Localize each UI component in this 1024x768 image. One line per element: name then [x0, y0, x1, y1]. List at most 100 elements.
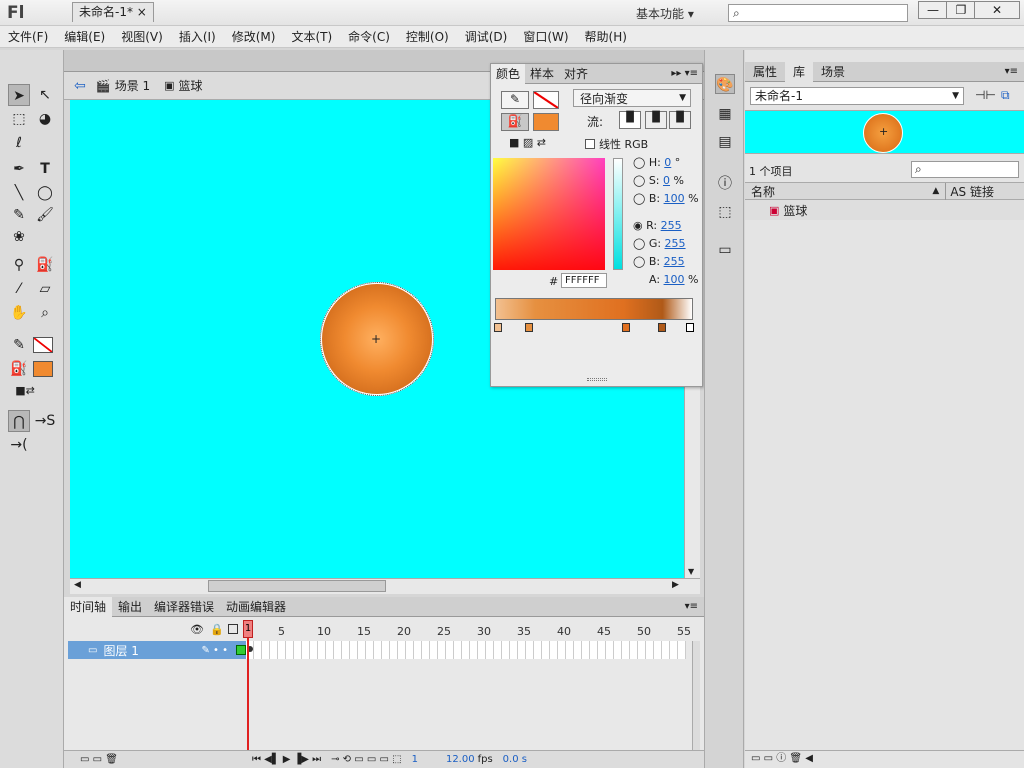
selection-tool-icon[interactable]: ➤ [8, 84, 30, 106]
color-options-icon[interactable]: ■ ▨ ⇄ [509, 136, 546, 149]
green-field[interactable]: ◯ G: 255 [633, 237, 686, 250]
gradient-bar[interactable] [495, 298, 693, 320]
flow-reflect-button[interactable]: ▐▌ [645, 111, 667, 129]
stroke-color-icon[interactable]: ✎ [8, 334, 30, 356]
hand-tool-icon[interactable]: ✋ [8, 302, 30, 324]
gradient-stop[interactable] [494, 323, 502, 332]
menu-modify[interactable]: 修改(M) [224, 26, 284, 48]
frame-cells[interactable] [246, 641, 686, 659]
zoom-tool-icon[interactable]: ⌕ [34, 302, 56, 324]
eraser-tool-icon[interactable]: ▱ [34, 278, 56, 300]
saturation-field[interactable]: ◯ S: 0 % [633, 174, 684, 187]
gradient-stop[interactable] [622, 323, 630, 332]
horizontal-scroll-thumb[interactable] [208, 580, 386, 592]
swap-colors-icon[interactable]: ■⇄ [14, 380, 36, 402]
menu-commands[interactable]: 命令(C) [340, 26, 398, 48]
tab-color[interactable]: 颜色 [491, 63, 526, 84]
panel-menu-icon[interactable]: ▸▸ ▾≡ [671, 68, 702, 79]
line-tool-icon[interactable]: ╲ [8, 182, 30, 204]
color-picker-field[interactable] [493, 158, 605, 270]
snap-to-objects-icon[interactable]: ⋂ [8, 410, 30, 432]
deco-tool-icon[interactable]: ❀ [8, 226, 30, 248]
menu-help[interactable]: 帮助(H) [577, 26, 635, 48]
help-search-input[interactable]: ⌕ [728, 4, 908, 22]
new-library-panel-icon[interactable]: ⧉ [1001, 88, 1010, 103]
fill-color-button[interactable]: ⛽ [501, 113, 529, 131]
components-panel-icon[interactable]: ▭ [715, 240, 735, 260]
free-transform-tool-icon[interactable]: ⬚ [8, 108, 30, 130]
scroll-down-icon[interactable]: ▼ [688, 567, 694, 576]
scroll-right-icon[interactable]: ▶ [672, 580, 679, 590]
panel-menu-icon[interactable]: ▾≡ [1005, 66, 1024, 77]
current-frame-marker[interactable]: 1 [243, 620, 253, 638]
menu-file[interactable]: 文件(F) [0, 26, 56, 48]
flow-extend-button[interactable]: ▐▌ [619, 111, 641, 129]
fill-color-icon[interactable]: ⛽ [8, 358, 30, 380]
lasso-tool-icon[interactable]: ℓ [8, 132, 30, 154]
flow-repeat-button[interactable]: ▐▌ [669, 111, 691, 129]
onion-skin-icon[interactable]: ⊸ ⟲ ▭ ▭ ▭ ⬚ [331, 754, 401, 765]
pen-tool-icon[interactable]: ✒ [8, 158, 30, 180]
menu-debug[interactable]: 调试(D) [457, 26, 516, 48]
restore-button[interactable]: ❐ [946, 1, 976, 19]
menu-control[interactable]: 控制(O) [398, 26, 457, 48]
menu-insert[interactable]: 插入(I) [171, 26, 224, 48]
breadcrumb-scene[interactable]: 场景 1 [115, 77, 150, 94]
menu-view[interactable]: 视图(V) [113, 26, 171, 48]
fill-color-swatch[interactable] [33, 361, 53, 377]
pin-library-icon[interactable]: ⊣⊢ [975, 88, 996, 102]
layer-row[interactable]: ▭ 图层 1 ✎ • • [68, 641, 248, 659]
layer-color-swatch[interactable] [236, 645, 246, 655]
panel-menu-icon[interactable]: ▾≡ [685, 601, 704, 612]
library-search-input[interactable]: ⌕ [911, 161, 1019, 178]
text-tool-icon[interactable]: T [34, 158, 56, 180]
hex-input[interactable]: FFFFFF [561, 273, 607, 288]
column-name[interactable]: 名称 [751, 183, 775, 200]
tab-library[interactable]: 库 [785, 61, 814, 82]
stroke-color-button[interactable]: ✎ [501, 91, 529, 109]
stroke-swatch[interactable] [533, 91, 559, 109]
align-panel-icon[interactable]: ▤ [715, 132, 735, 152]
minimize-button[interactable]: — [918, 1, 948, 19]
outline-icon[interactable] [228, 624, 238, 634]
smooth-icon[interactable]: →S [34, 410, 56, 432]
hue-field[interactable]: ◯ H: 0 ° [633, 156, 680, 169]
brush-tool-icon[interactable]: 🖌 [34, 204, 56, 226]
document-tab[interactable]: 未命名-1* × [72, 2, 154, 22]
brightness-field[interactable]: ◯ B: 100 % [633, 192, 699, 205]
sort-icon[interactable]: ▲ [932, 186, 945, 196]
playhead[interactable] [247, 620, 249, 758]
info-panel-icon[interactable]: ⓘ [715, 174, 735, 194]
tab-motion-editor[interactable]: 动画编辑器 [220, 597, 292, 617]
tab-align[interactable]: 对齐 [559, 64, 593, 84]
gradient-stop-selected[interactable] [686, 323, 694, 332]
fill-type-select[interactable]: 径向渐变 ▼ [573, 89, 691, 107]
linear-rgb-checkbox[interactable]: 线性 RGB [585, 136, 648, 152]
eyedropper-tool-icon[interactable]: ⁄ [8, 278, 30, 300]
panel-resize-grip-icon[interactable] [587, 378, 607, 381]
subselection-tool-icon[interactable]: ↖ [34, 84, 56, 106]
workspace-switcher[interactable]: 基本功能 ▾ [636, 5, 694, 22]
edit-pencil-icon[interactable]: ✎ • • [201, 645, 236, 656]
menu-edit[interactable]: 编辑(E) [56, 26, 113, 48]
straighten-icon[interactable]: →( [8, 434, 30, 456]
library-footer-icons[interactable]: ▭ ▭ ⓘ 🗑 ◀ [745, 750, 1024, 768]
color-panel-icon[interactable]: 🎨 [715, 74, 735, 94]
alpha-field[interactable]: A: 100 % [649, 273, 699, 286]
scroll-left-icon[interactable]: ◀ [74, 580, 81, 590]
lock-icon[interactable]: 🔒 [210, 623, 224, 636]
gradient-stop[interactable] [525, 323, 533, 332]
stroke-color-swatch[interactable] [33, 337, 53, 353]
fps-readout[interactable]: 12.00 [446, 754, 475, 765]
tab-timeline[interactable]: 时间轴 [64, 596, 113, 617]
pencil-tool-icon[interactable]: ✎ [8, 204, 30, 226]
tab-swatches[interactable]: 样本 [525, 64, 559, 84]
brightness-slider[interactable] [613, 158, 623, 270]
playback-controls-icon[interactable]: ⏮ ◀▌ ▶ ▐▶ ⏭ [252, 754, 321, 765]
blue-field[interactable]: ◯ B: 255 [633, 255, 685, 268]
transform-panel-icon[interactable]: ⬚ [715, 202, 735, 222]
fill-swatch[interactable] [533, 113, 559, 131]
swatches-panel-icon[interactable]: ▦ [715, 104, 735, 124]
bone-tool-icon[interactable]: ⚲ [8, 254, 30, 276]
close-button[interactable]: ✕ [974, 1, 1020, 19]
